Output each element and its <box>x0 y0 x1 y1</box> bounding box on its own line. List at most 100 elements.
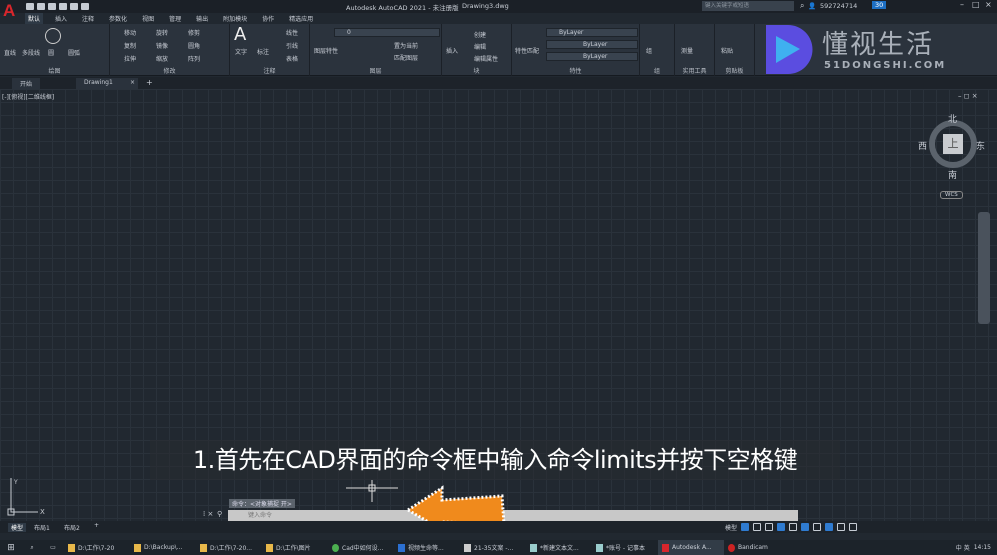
taskbar-item[interactable]: Bandicam <box>724 540 790 555</box>
viewcube-north[interactable]: 北 <box>948 112 957 125</box>
arc-tool[interactable]: 圆弧 <box>68 48 80 57</box>
fillet-tool[interactable]: 圆角 <box>188 41 200 50</box>
taskbar-item[interactable]: D:\工作\7-20 <box>64 540 130 555</box>
mirror-tool[interactable]: 镜像 <box>156 41 168 50</box>
rotate-tool[interactable]: 旋转 <box>156 28 168 37</box>
tab-layout1[interactable]: 布局1 <box>34 523 50 532</box>
tab-collaborate[interactable]: 协作 <box>259 13 277 24</box>
taskbar-item[interactable]: 21-35文案 -... <box>460 540 526 555</box>
wcs-menu[interactable]: WCS <box>940 191 963 199</box>
block-panel-title[interactable]: 块 <box>442 66 511 75</box>
leader-tool[interactable]: 引线 <box>286 41 298 50</box>
grid-toggle[interactable] <box>741 523 750 531</box>
viewcube-top[interactable]: 上 <box>943 134 963 154</box>
taskbar-item-active[interactable]: Autodesk A... <box>658 540 724 555</box>
tab-annotate[interactable]: 注释 <box>79 13 97 24</box>
circle-tool[interactable]: 圆 <box>48 48 54 57</box>
color-dropdown[interactable]: ByLayer <box>546 28 638 37</box>
properties-panel-title[interactable]: 特性 <box>512 66 639 75</box>
viewport-controls[interactable]: [-][俯视][二维线框] <box>2 92 54 101</box>
doc-tab-drawing1[interactable]: Drawing1 × <box>76 78 138 89</box>
edit-block-tool[interactable]: 编辑 <box>474 42 486 51</box>
group-tool[interactable]: 组 <box>646 46 652 55</box>
circle-icon[interactable] <box>45 28 61 44</box>
close-tab-icon[interactable]: × <box>130 79 135 86</box>
customize-menu-icon[interactable] <box>849 523 858 531</box>
user-name[interactable]: 592724714 <box>820 2 857 10</box>
otrack-toggle[interactable] <box>801 523 810 531</box>
scale-tool[interactable]: 缩放 <box>156 54 168 63</box>
maximize-button[interactable]: □ <box>972 0 980 9</box>
layer-properties-tool[interactable]: 图层特性 <box>314 46 338 55</box>
viewcube-east[interactable]: 东 <box>976 139 985 152</box>
tab-parametric[interactable]: 参数化 <box>106 13 130 24</box>
layers-panel-title[interactable]: 图层 <box>310 66 441 75</box>
tab-insert[interactable]: 插入 <box>52 13 70 24</box>
taskbar-item[interactable]: Cad中如何设... <box>328 540 394 555</box>
search-input[interactable]: 键入关键字或短语 <box>702 1 794 11</box>
edit-attributes-tool[interactable]: 编辑属性 <box>474 54 498 63</box>
text-icon[interactable]: A <box>234 24 246 45</box>
tab-model[interactable]: 模型 <box>8 523 27 532</box>
lineweight-toggle[interactable] <box>813 523 822 531</box>
clock[interactable]: 14:15 <box>974 544 991 551</box>
tab-layout2[interactable]: 布局2 <box>64 523 80 532</box>
polar-toggle[interactable] <box>777 523 786 531</box>
move-tool[interactable]: 移动 <box>124 28 136 37</box>
tab-manage[interactable]: 管理 <box>166 13 184 24</box>
close-command-icon[interactable]: ⁞ × <box>203 510 213 518</box>
new-icon[interactable] <box>26 3 34 10</box>
insert-tool[interactable]: 插入 <box>446 46 458 55</box>
viewport-window-controls[interactable]: – ◻ × <box>958 92 978 100</box>
user-icon[interactable]: 👤 <box>808 2 816 10</box>
snap-toggle[interactable] <box>753 523 762 531</box>
groups-panel-title[interactable]: 组 <box>640 66 674 75</box>
taskbar-item[interactable]: D:\工作\7-20... <box>196 540 262 555</box>
text-tool[interactable]: 文字 <box>235 47 247 56</box>
subscription-badge[interactable]: 30 <box>872 1 887 9</box>
linetype-dropdown[interactable]: ByLayer <box>546 40 638 49</box>
model-space-button[interactable]: 模型 <box>725 523 737 532</box>
tab-view[interactable]: 视图 <box>139 13 157 24</box>
viewcube-west[interactable]: 西 <box>918 139 927 152</box>
tab-output[interactable]: 输出 <box>193 13 211 24</box>
command-input[interactable]: 键入命令 <box>228 510 798 521</box>
ortho-toggle[interactable] <box>765 523 774 531</box>
measure-tool[interactable]: 测量 <box>681 46 693 55</box>
save-as-icon[interactable] <box>59 3 67 10</box>
add-layout-button[interactable]: + <box>94 522 99 529</box>
customize-wrench-icon[interactable]: ⚲ <box>217 510 222 518</box>
navigation-bar[interactable] <box>978 212 990 324</box>
table-tool[interactable]: 表格 <box>286 54 298 63</box>
taskbar-item[interactable]: 视频生命等... <box>394 540 460 555</box>
match-properties-tool[interactable]: 特性匹配 <box>515 46 539 55</box>
undo-icon[interactable] <box>81 3 89 10</box>
new-tab-button[interactable]: + <box>146 78 153 87</box>
modify-panel-title[interactable]: 修改 <box>110 66 229 75</box>
taskbar-item[interactable]: D:\工作\图片 <box>262 540 328 555</box>
tab-featured[interactable]: 精选应用 <box>286 13 316 24</box>
clipboard-panel-title[interactable]: 剪贴板 <box>715 66 754 75</box>
linear-tool[interactable]: 线性 <box>286 28 298 37</box>
layer-dropdown[interactable]: 0 <box>334 28 440 37</box>
stretch-tool[interactable]: 拉伸 <box>124 54 136 63</box>
osnap-toggle[interactable] <box>789 523 798 531</box>
draw-panel-title[interactable]: 绘图 <box>0 66 109 75</box>
viewcube[interactable]: 上 北 南 东 西 <box>918 112 985 181</box>
annotation-panel-title[interactable]: 注释 <box>230 66 309 75</box>
line-tool[interactable]: 直线 <box>4 48 16 57</box>
plot-icon[interactable] <box>70 3 78 10</box>
task-view-icon[interactable]: ▭ <box>42 544 64 551</box>
start-button[interactable]: ⊞ <box>0 543 22 553</box>
close-button[interactable]: × <box>985 0 992 9</box>
save-icon[interactable] <box>48 3 56 10</box>
workspace-gear-icon[interactable] <box>837 523 846 531</box>
viewcube-south[interactable]: 南 <box>948 168 957 181</box>
copy-tool[interactable]: 复制 <box>124 41 136 50</box>
autocad-logo[interactable]: A <box>3 1 19 21</box>
tab-home[interactable]: 默认 <box>25 13 44 24</box>
trim-tool[interactable]: 修剪 <box>188 28 200 37</box>
annotation-scale-toggle[interactable] <box>825 523 834 531</box>
search-icon[interactable]: ⌕ <box>800 1 804 11</box>
lineweight-dropdown[interactable]: ByLayer <box>546 52 638 61</box>
